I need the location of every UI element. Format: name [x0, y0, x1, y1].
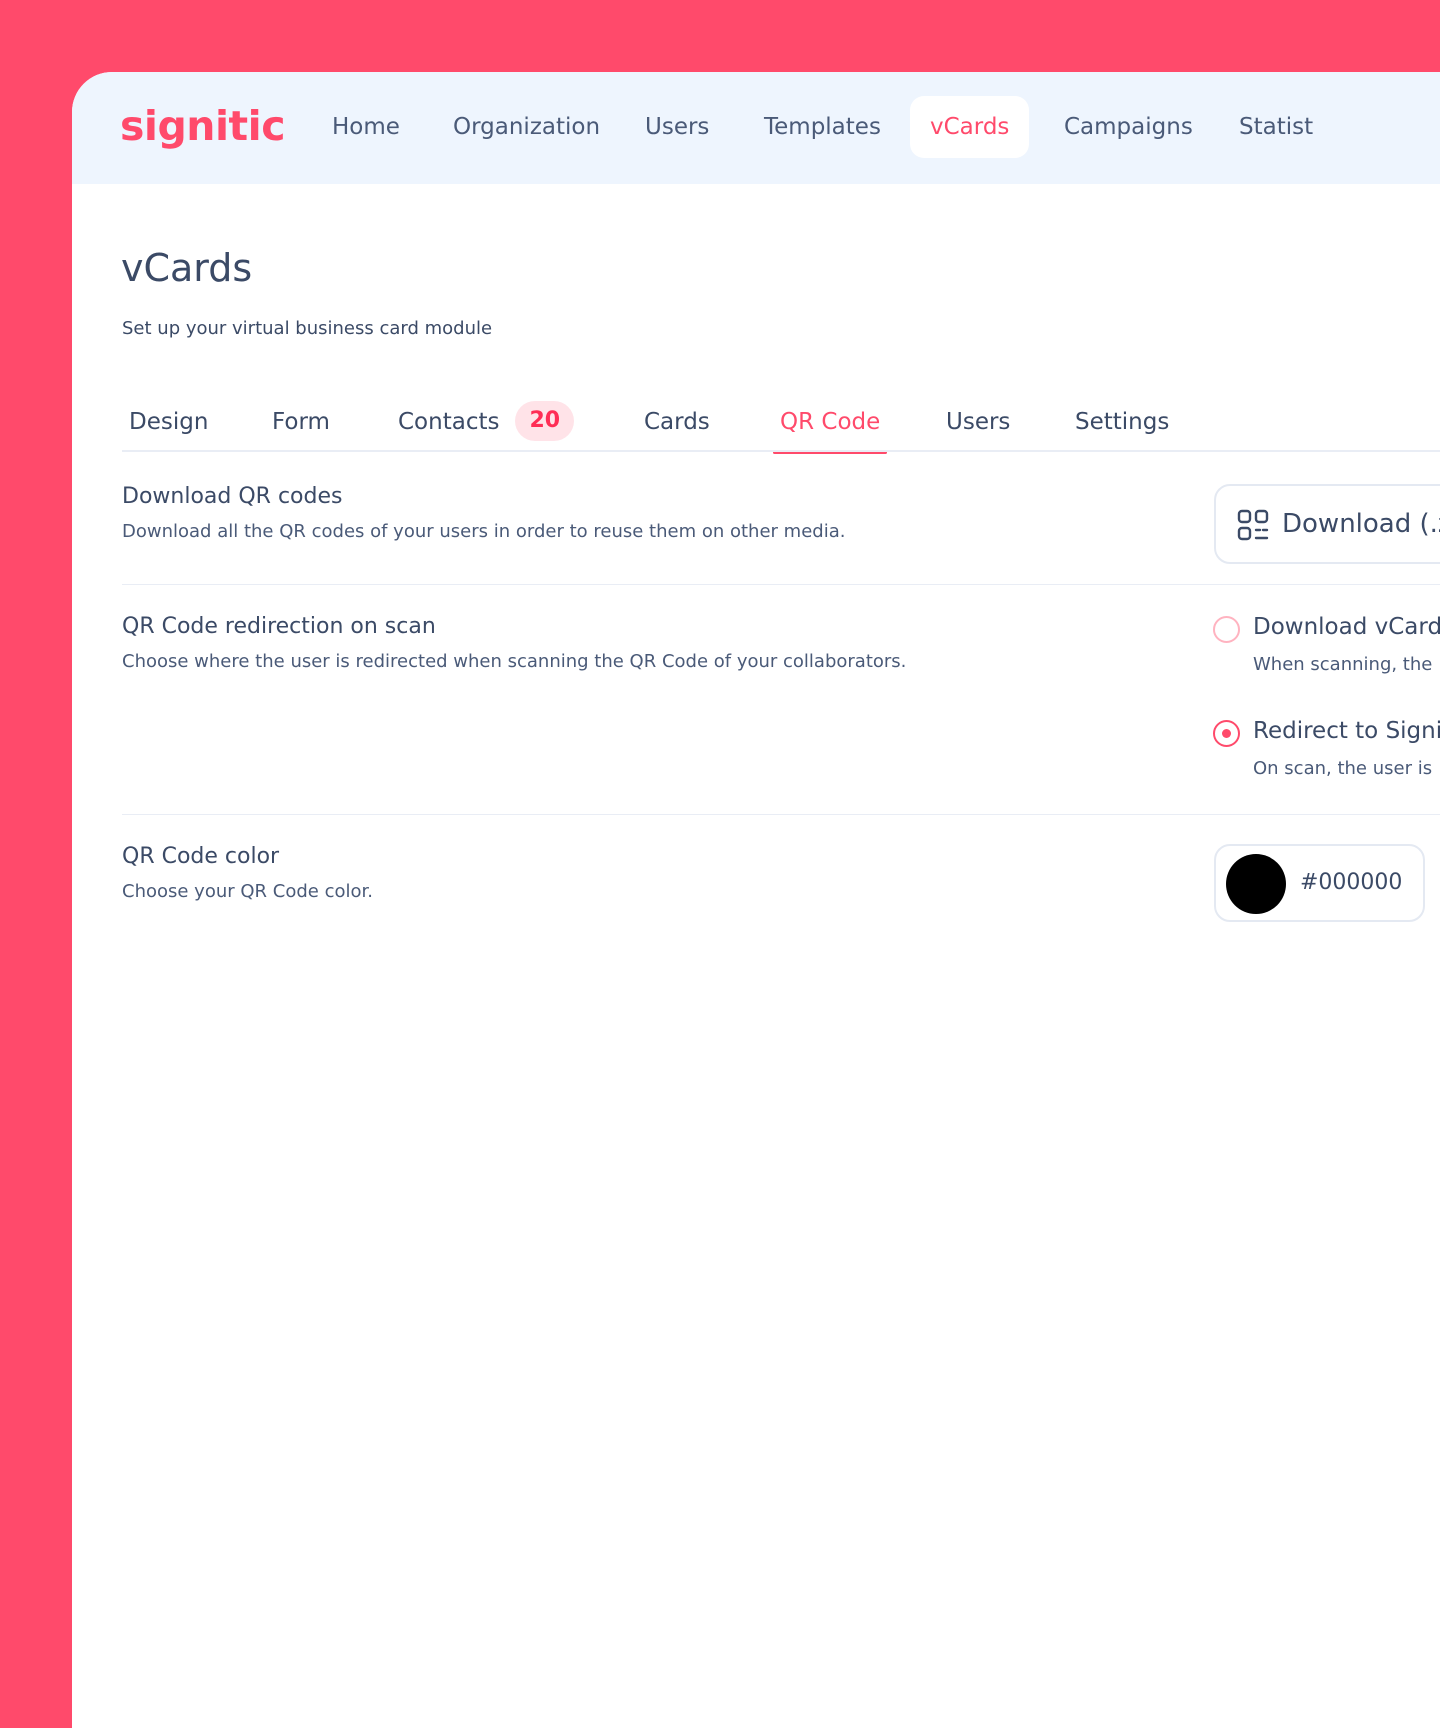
- redirection-section: QR Code redirection on scan Choose where…: [122, 614, 1440, 672]
- page-subtitle: Set up your virtual business card module: [122, 318, 493, 339]
- contacts-count-badge: 20: [515, 400, 575, 441]
- tab-settings[interactable]: Settings: [1068, 392, 1176, 452]
- tab-contacts[interactable]: Contacts 20: [391, 392, 581, 452]
- redirect-signitic-label: Redirect to Signit: [1253, 718, 1440, 744]
- tab-qr-code[interactable]: QR Code: [773, 392, 888, 454]
- tab-users[interactable]: Users: [939, 392, 1017, 452]
- nav-item-users[interactable]: Users: [625, 96, 729, 158]
- top-navigation: signitic Home Organization Users Templat…: [72, 72, 1440, 184]
- tab-cards[interactable]: Cards: [637, 392, 717, 452]
- tab-design[interactable]: Design: [122, 392, 215, 452]
- nav-item-vcards[interactable]: vCards: [910, 96, 1030, 158]
- signitic-logo[interactable]: signitic: [120, 102, 286, 150]
- nav-item-organization[interactable]: Organization: [433, 96, 620, 158]
- download-vcard-description: When scanning, the: [1253, 654, 1433, 675]
- tabs-divider: [122, 450, 1440, 452]
- tab-contacts-label: Contacts: [398, 409, 500, 435]
- nav-item-home[interactable]: Home: [312, 96, 420, 158]
- qr-color-picker[interactable]: #000000: [1214, 844, 1425, 922]
- redirect-signitic-description: On scan, the user is: [1253, 758, 1433, 779]
- nav-item-templates[interactable]: Templates: [744, 96, 901, 158]
- redirection-title: QR Code redirection on scan: [122, 614, 436, 639]
- section-divider: [122, 584, 1440, 585]
- page-title: vCards: [121, 246, 253, 290]
- color-swatch[interactable]: [1226, 854, 1286, 914]
- section-divider: [122, 814, 1440, 815]
- nav-item-statistics[interactable]: Statist: [1219, 96, 1333, 158]
- tab-form[interactable]: Form: [265, 392, 337, 452]
- nav-item-campaigns[interactable]: Campaigns: [1044, 96, 1213, 158]
- download-vcard-label: Download vCard: [1253, 614, 1440, 640]
- download-button-label: Download (.z: [1282, 509, 1440, 539]
- redirection-description: Choose where the user is redirected when…: [122, 651, 907, 672]
- color-hex-value: #000000: [1300, 870, 1403, 895]
- download-zip-button[interactable]: Download (.z: [1214, 484, 1440, 564]
- app-window: signitic Home Organization Users Templat…: [72, 72, 1440, 1728]
- redirect-signitic-radio[interactable]: [1213, 720, 1240, 747]
- qr-code-icon: [1237, 509, 1269, 541]
- download-vcard-radio[interactable]: [1213, 616, 1240, 643]
